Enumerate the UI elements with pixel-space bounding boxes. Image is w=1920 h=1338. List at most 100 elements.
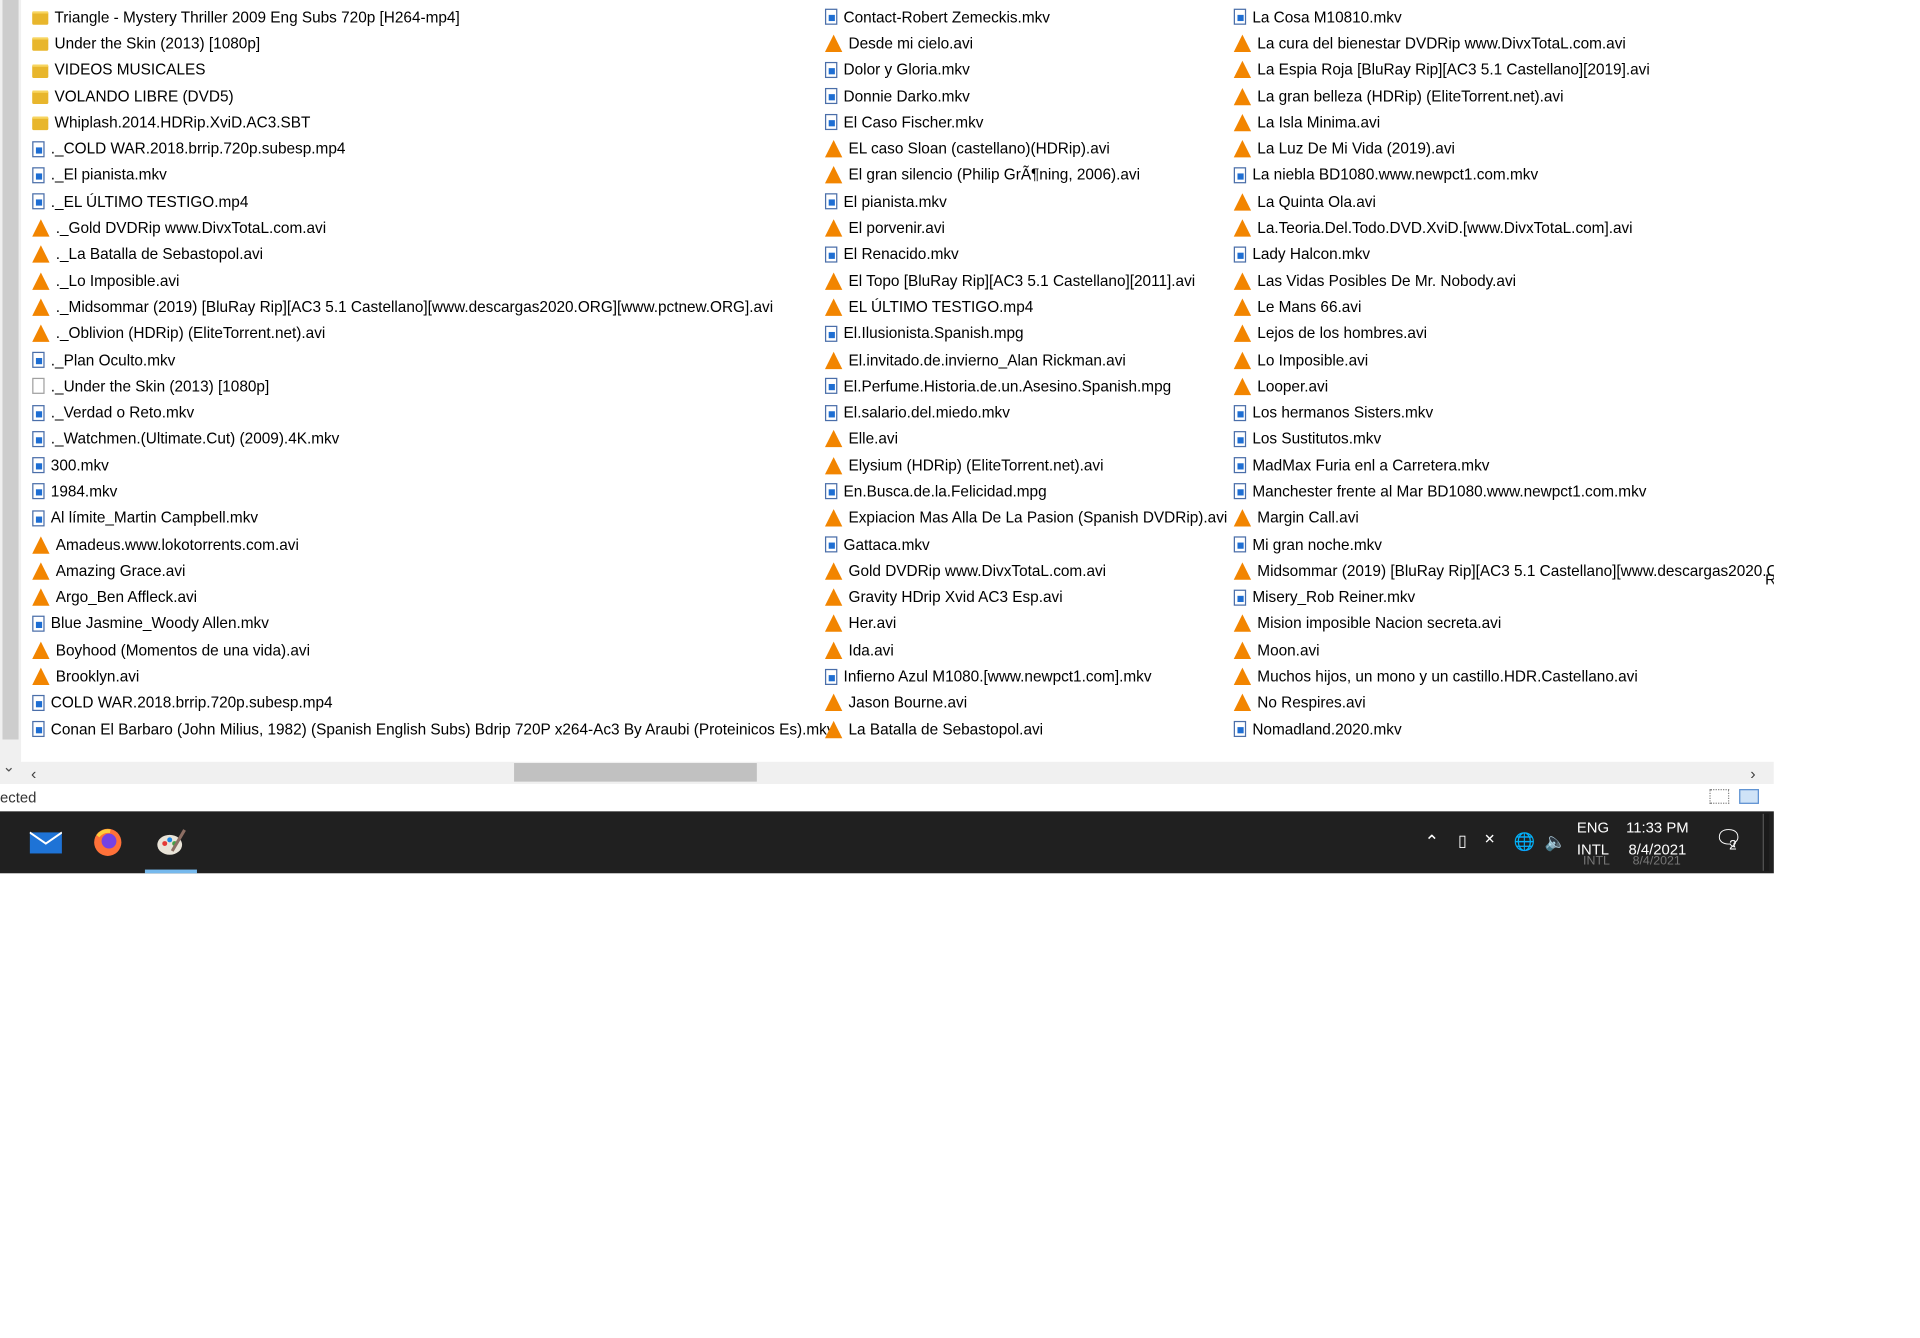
file-item[interactable]: Misery_Rob Reiner.mkv <box>1233 584 1774 610</box>
volume-icon[interactable]: 🔈 <box>1545 831 1567 852</box>
file-item[interactable]: Lady Halcon.mkv <box>1233 241 1774 267</box>
file-item[interactable]: VIDEOS MUSICALES <box>32 56 834 82</box>
file-item[interactable]: Las Vidas Posibles De Mr. Nobody.avi <box>1233 268 1774 294</box>
file-item[interactable]: El Topo [BluRay Rip][AC3 5.1 Castellano]… <box>824 268 1227 294</box>
file-item[interactable]: ._COLD WAR.2018.brrip.720p.subesp.mp4 <box>32 136 834 162</box>
file-item[interactable]: EL ÚLTIMO TESTIGO.mp4 <box>824 294 1227 320</box>
file-item[interactable]: ._Plan Oculto.mkv <box>32 347 834 373</box>
file-item[interactable]: El.salario.del.miedo.mkv <box>824 399 1227 425</box>
file-item[interactable]: Gravity HDrip Xvid AC3 Esp.avi <box>824 584 1227 610</box>
file-item[interactable]: El porvenir.avi <box>824 215 1227 241</box>
file-item[interactable]: Under the Skin (2013) [1080p] <box>32 30 834 56</box>
horizontal-scrollbar[interactable]: ‹ › <box>21 761 1774 785</box>
file-item[interactable]: Moon.avi <box>1233 637 1774 663</box>
file-item[interactable]: La Cosa M10810.mkv <box>1233 4 1774 30</box>
scroll-left-arrow-icon[interactable]: ‹ <box>31 764 36 783</box>
file-item[interactable]: Manchester frente al Mar BD1080.www.newp… <box>1233 479 1774 505</box>
file-item[interactable]: ._El pianista.mkv <box>32 162 834 188</box>
file-item[interactable]: ._La Batalla de Sebastopol.avi <box>32 241 834 267</box>
file-item[interactable]: Gattaca.mkv <box>824 531 1227 557</box>
horizontal-scroll-thumb[interactable] <box>514 763 757 782</box>
file-item[interactable]: Brooklyn.avi <box>32 663 834 689</box>
file-item[interactable]: Looper.avi <box>1233 373 1774 399</box>
file-item[interactable]: Mision imposible Nacion secreta.avi <box>1233 610 1774 636</box>
file-item[interactable]: Los Sustitutos.mkv <box>1233 426 1774 452</box>
usb-device-icon[interactable]: ▯ <box>1458 831 1467 851</box>
show-hidden-icons-chevron-icon[interactable]: ⌃ <box>1425 831 1440 852</box>
file-item[interactable]: Gold DVDRip www.DivxTotaL.com.avi <box>824 558 1227 584</box>
language-code[interactable]: ENG <box>1573 819 1613 836</box>
file-item[interactable]: ._Lo Imposible.avi <box>32 268 834 294</box>
file-item[interactable]: El.Perfume.Historia.de.un.Asesino.Spanis… <box>824 373 1227 399</box>
file-item[interactable]: Margin Call.avi <box>1233 505 1774 531</box>
file-item[interactable]: El.Ilusionista.Spanish.mpg <box>824 320 1227 346</box>
file-item[interactable]: ._Oblivion (HDRip) (EliteTorrent.net).av… <box>32 320 834 346</box>
file-item[interactable]: La niebla BD1080.www.newpct1.com.mkv <box>1233 162 1774 188</box>
file-item[interactable]: La gran belleza (HDRip) (EliteTorrent.ne… <box>1233 83 1774 109</box>
file-item[interactable]: La Isla Minima.avi <box>1233 109 1774 135</box>
file-item[interactable]: Desde mi cielo.avi <box>824 30 1227 56</box>
clock-time[interactable]: 11:33 PM <box>1620 819 1694 836</box>
file-item[interactable]: Argo_Ben Affleck.avi <box>32 584 834 610</box>
file-item[interactable]: El Renacido.mkv <box>824 241 1227 267</box>
file-item[interactable]: ._Verdad o Reto.mkv <box>32 399 834 425</box>
file-item[interactable]: Donnie Darko.mkv <box>824 83 1227 109</box>
file-item[interactable]: Elle.avi <box>824 426 1227 452</box>
vertical-scroll-thumb[interactable] <box>2 0 19 740</box>
file-item[interactable]: Nomadland.2020.mkv <box>1233 716 1774 742</box>
file-item[interactable]: El pianista.mkv <box>824 188 1227 214</box>
file-item[interactable]: El Caso Fischer.mkv <box>824 109 1227 135</box>
file-item[interactable]: Boyhood (Momentos de una vida).avi <box>32 637 834 663</box>
file-item[interactable]: Her.avi <box>824 610 1227 636</box>
ime-icon[interactable]: ✕ <box>1484 831 1495 847</box>
file-item[interactable]: COLD WAR.2018.brrip.720p.subesp.mp4 <box>32 690 834 716</box>
file-item[interactable]: ._Midsommar (2019) [BluRay Rip][AC3 5.1 … <box>32 294 834 320</box>
file-item[interactable]: La Espia Roja [BluRay Rip][AC3 5.1 Caste… <box>1233 56 1774 82</box>
firefox-icon[interactable] <box>87 821 129 863</box>
show-desktop-button[interactable] <box>1762 813 1769 871</box>
file-item[interactable]: La cura del bienestar DVDRip www.DivxTot… <box>1233 30 1774 56</box>
file-item[interactable]: Elysium (HDRip) (EliteTorrent.net).avi <box>824 452 1227 478</box>
file-item[interactable]: Conan El Barbaro (John Milius, 1982) (Sp… <box>32 716 835 742</box>
file-item[interactable]: Whiplash.2014.HDRip.XviD.AC3.SBT <box>32 109 834 135</box>
network-globe-icon[interactable]: 🌐 <box>1514 831 1536 852</box>
file-item[interactable]: ._Under the Skin (2013) [1080p] <box>32 373 834 399</box>
file-item[interactable]: El gran silencio (Philip GrÃ¶ning, 2006)… <box>824 162 1227 188</box>
vertical-scrollbar[interactable]: ⌄ <box>0 0 22 785</box>
file-item[interactable]: Ida.avi <box>824 637 1227 663</box>
file-item[interactable]: 300.mkv <box>32 452 834 478</box>
file-item[interactable]: Mi gran noche.mkv <box>1233 531 1774 557</box>
file-item[interactable]: Triangle - Mystery Thriller 2009 Eng Sub… <box>32 4 834 30</box>
paint-app-icon[interactable] <box>150 821 192 863</box>
file-item[interactable]: La.Teoria.Del.Todo.DVD.XviD.[www.DivxTot… <box>1233 215 1774 241</box>
file-item[interactable]: Blue Jasmine_Woody Allen.mkv <box>32 610 834 636</box>
file-item[interactable]: MadMax Furia enl a Carretera.mkv <box>1233 452 1774 478</box>
file-item[interactable]: No Respires.avi <box>1233 690 1774 716</box>
file-item[interactable]: Al límite_Martin Campbell.mkv <box>32 505 834 531</box>
file-item[interactable]: Le Mans 66.avi <box>1233 294 1774 320</box>
file-item[interactable]: Lejos de los hombres.avi <box>1233 320 1774 346</box>
file-item[interactable]: Amazing Grace.avi <box>32 558 834 584</box>
file-item[interactable]: 1984.mkv <box>32 479 834 505</box>
file-item[interactable]: La Quinta Ola.avi <box>1233 188 1774 214</box>
details-view-icon[interactable] <box>1709 789 1730 804</box>
file-item[interactable]: Infierno Azul M1080.[www.newpct1.com].mk… <box>824 663 1227 689</box>
file-item[interactable]: Contact-Robert Zemeckis.mkv <box>824 4 1227 30</box>
file-item[interactable]: Dolor y Gloria.mkv <box>824 56 1227 82</box>
file-item[interactable]: Amadeus.www.lokotorrents.com.avi <box>32 531 834 557</box>
file-item[interactable]: Expiacion Mas Alla De La Pasion (Spanish… <box>824 505 1227 531</box>
file-item[interactable]: La Batalla de Sebastopol.avi <box>824 716 1227 742</box>
file-item[interactable]: La Luz De Mi Vida (2019).avi <box>1233 136 1774 162</box>
file-item[interactable]: ._EL ÚLTIMO TESTIGO.mp4 <box>32 188 834 214</box>
file-item[interactable]: Lo Imposible.avi <box>1233 347 1774 373</box>
file-item[interactable]: ._Gold DVDRip www.DivxTotaL.com.avi <box>32 215 834 241</box>
scroll-down-arrow-icon[interactable]: ⌄ <box>2 758 14 775</box>
file-item[interactable]: En.Busca.de.la.Felicidad.mpg <box>824 479 1227 505</box>
file-item[interactable]: Muchos hijos, un mono y un castillo.HDR.… <box>1233 663 1774 689</box>
file-item[interactable]: EL caso Sloan (castellano)(HDRip).avi <box>824 136 1227 162</box>
scroll-right-arrow-icon[interactable]: › <box>1750 764 1755 783</box>
file-item[interactable]: Los hermanos Sisters.mkv <box>1233 399 1774 425</box>
large-icons-view-icon[interactable] <box>1739 789 1759 804</box>
file-item[interactable]: ._Watchmen.(Ultimate.Cut) (2009).4K.mkv <box>32 426 834 452</box>
file-item[interactable]: Jason Bourne.avi <box>824 690 1227 716</box>
